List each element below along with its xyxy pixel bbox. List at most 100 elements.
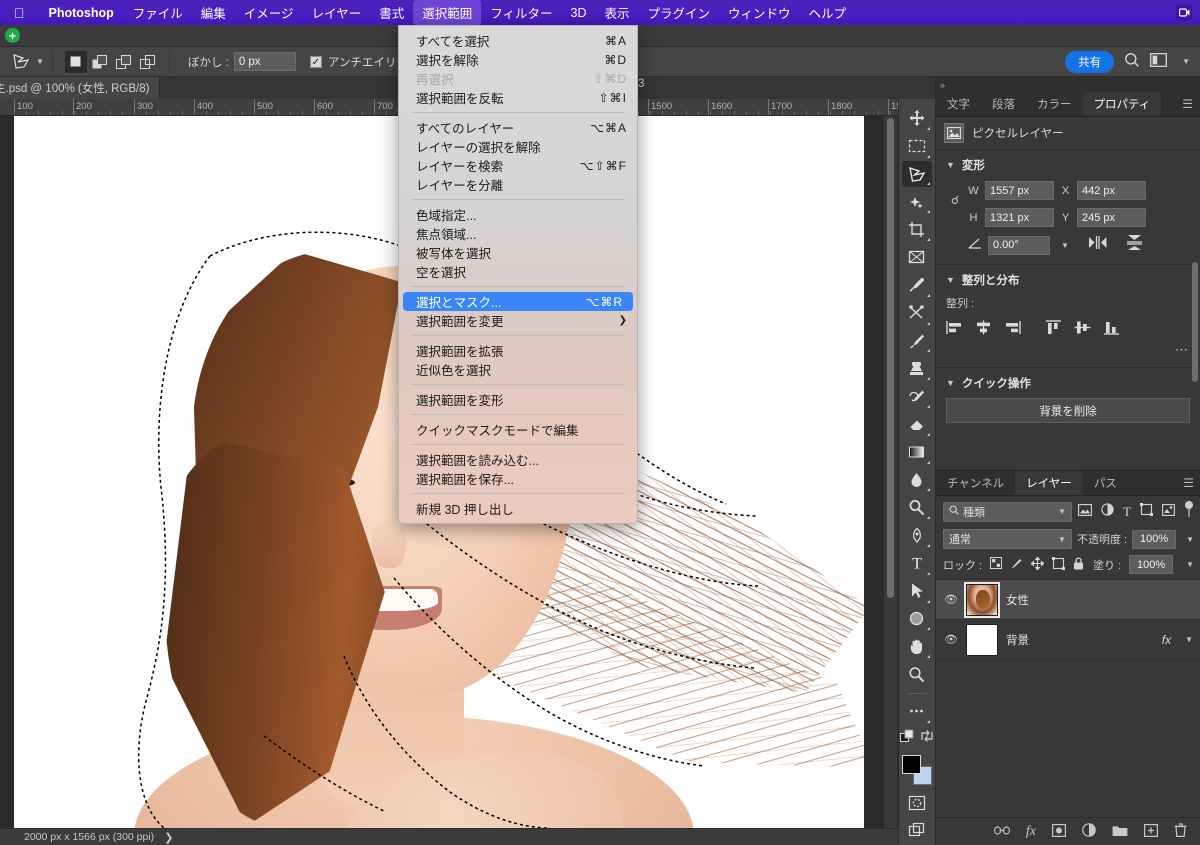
menu-item-選択範囲を保存[interactable]: 選択範囲を保存... xyxy=(399,469,637,488)
panel-menu-icon[interactable]: ☰ xyxy=(1176,471,1200,495)
new-selection-button[interactable] xyxy=(64,50,87,73)
menu-item-選択を解除[interactable]: 選択を解除 ⌘D xyxy=(399,50,637,69)
new-group-icon[interactable] xyxy=(1112,824,1128,840)
tab-layers[interactable]: レイヤー xyxy=(1015,471,1083,495)
healing-brush-tool-icon[interactable] xyxy=(902,300,932,327)
default-colors-icon[interactable] xyxy=(900,729,914,748)
menu-layer[interactable]: レイヤー xyxy=(303,0,371,25)
layer-name[interactable]: 女性 xyxy=(1006,592,1029,608)
delete-layer-icon[interactable] xyxy=(1174,823,1187,840)
chevron-down-icon[interactable]: ▼ xyxy=(946,275,955,285)
chevron-down-icon[interactable]: ▼ xyxy=(946,160,955,170)
menu-item-新規3D押し出し[interactable]: 新規 3D 押し出し xyxy=(399,499,637,518)
pen-tool-icon[interactable] xyxy=(902,522,932,549)
menu-item-レイヤーを分離[interactable]: レイヤーを分離 xyxy=(399,175,637,194)
feather-input[interactable]: 0 px xyxy=(233,52,296,71)
lock-all-icon[interactable] xyxy=(1073,556,1084,573)
menu-edit[interactable]: 編集 xyxy=(192,0,235,25)
menu-item-近似色を選択[interactable]: 近似色を選択 xyxy=(399,360,637,379)
panel-menu-icon[interactable]: ☰ xyxy=(1175,92,1200,116)
eraser-tool-icon[interactable] xyxy=(902,411,932,438)
status-expand-chevron-right-icon[interactable]: ❯ xyxy=(164,831,173,844)
screen-recording-icon[interactable] xyxy=(1176,4,1192,21)
swap-colors-icon[interactable] xyxy=(920,729,934,748)
zoom-tool-icon[interactable] xyxy=(902,661,932,688)
eye-icon[interactable]: 👁 xyxy=(944,593,958,606)
menu-3d[interactable]: 3D xyxy=(562,3,596,23)
tab-paragraph[interactable]: 段落 xyxy=(981,92,1026,116)
menu-file[interactable]: ファイル xyxy=(124,0,192,25)
align-top-edges-icon[interactable] xyxy=(1045,320,1062,340)
menu-view[interactable]: 表示 xyxy=(595,0,638,25)
share-button[interactable]: 共有 xyxy=(1065,50,1115,73)
menu-item-選択範囲を変形[interactable]: 選択範囲を変形 xyxy=(399,390,637,409)
menu-item-被写体を選択[interactable]: 被写体を選択 xyxy=(399,243,637,262)
menu-item-すべてのレイヤー[interactable]: すべてのレイヤー ⌥⌘A xyxy=(399,118,637,137)
lock-position-icon[interactable] xyxy=(1030,555,1045,573)
angle-chevron-down-icon[interactable]: ▼ xyxy=(1061,241,1069,250)
properties-panel-scrollbar[interactable] xyxy=(1192,262,1198,382)
dodge-tool-icon[interactable] xyxy=(902,494,932,521)
flip-horizontal-icon[interactable] xyxy=(1088,236,1107,254)
menu-plugins[interactable]: プラグイン xyxy=(639,0,720,25)
lock-artboard-nesting-icon[interactable] xyxy=(1052,556,1066,573)
menu-item-空を選択[interactable]: 空を選択 xyxy=(399,262,637,281)
select-menu-dropdown[interactable]: すべてを選択 ⌘A 選択を解除 ⌘D 再選択 ⇧⌘D 選択範囲を反転 ⇧⌘I すべてのレイヤー ⌥… xyxy=(398,25,638,524)
menu-item-レイヤーの選択を解除[interactable]: レイヤーの選択を解除 xyxy=(399,137,637,156)
layer-row-haikei[interactable]: 👁 背景 fx ▼ xyxy=(936,620,1200,660)
rectangular-marquee-tool-icon[interactable] xyxy=(902,133,932,160)
polygonal-lasso-tool-icon[interactable] xyxy=(12,53,31,70)
align-left-edges-icon[interactable] xyxy=(946,320,963,340)
menu-item-クイックマスクモードで編集[interactable]: クイックマスクモードで編集 xyxy=(399,420,637,439)
layer-style-fx-icon[interactable]: fx xyxy=(1026,824,1036,840)
remove-background-button[interactable]: 背景を削除 xyxy=(946,398,1190,423)
filter-pixel-icon[interactable] xyxy=(1078,503,1092,521)
app-name-label[interactable]: Photoshop xyxy=(39,6,124,20)
opacity-chevron-down-icon[interactable]: ▼ xyxy=(1186,535,1194,544)
align-bottom-edges-icon[interactable] xyxy=(1103,320,1120,340)
crop-tool-icon[interactable] xyxy=(902,216,932,243)
canvas-vertical-scrollbar[interactable] xyxy=(884,116,897,828)
menu-window[interactable]: ウィンドウ xyxy=(719,0,800,25)
new-adjustment-layer-icon[interactable] xyxy=(1082,823,1096,840)
filter-toggle-switch-icon[interactable] xyxy=(1184,500,1194,523)
stamp-tool-icon[interactable] xyxy=(902,355,932,382)
new-layer-icon[interactable] xyxy=(1144,823,1159,840)
link-wh-icon[interactable]: ☌ xyxy=(948,193,962,207)
add-layer-mask-icon[interactable] xyxy=(1052,823,1067,840)
fill-chevron-down-icon[interactable]: ▼ xyxy=(1186,560,1194,569)
layer-name[interactable]: 背景 xyxy=(1006,632,1029,648)
menu-item-選択とマスク[interactable]: 選択とマスク... ⌥⌘R xyxy=(403,292,633,311)
width-input[interactable]: 1557 px xyxy=(985,181,1054,200)
menu-item-レイヤーを検索[interactable]: レイヤーを検索 ⌥⇧⌘F xyxy=(399,156,637,175)
height-input[interactable]: 1321 px xyxy=(985,208,1054,227)
hand-tool-icon[interactable] xyxy=(902,633,932,660)
y-input[interactable]: 245 px xyxy=(1077,208,1146,227)
tab-channels[interactable]: チャンネル xyxy=(936,471,1015,495)
link-layers-icon[interactable] xyxy=(993,825,1010,839)
layer-thumbnail[interactable] xyxy=(964,581,1000,618)
scrollbar-thumb[interactable] xyxy=(887,118,894,598)
path-selection-tool-icon[interactable] xyxy=(902,578,932,605)
align-right-edges-icon[interactable] xyxy=(1004,320,1021,340)
gradient-tool-icon[interactable] xyxy=(902,439,932,466)
chevron-down-icon[interactable]: ▼ xyxy=(946,378,955,388)
lock-image-pixels-icon[interactable] xyxy=(1010,557,1023,573)
subtract-from-selection-button[interactable] xyxy=(113,51,135,73)
filter-shape-icon[interactable] xyxy=(1140,502,1153,521)
tab-paths[interactable]: パス xyxy=(1083,471,1128,495)
layer-filter-kind-select[interactable]: 種類 ▼ xyxy=(943,501,1073,522)
brush-tool-icon[interactable] xyxy=(902,328,932,355)
quick-mask-toggle-icon[interactable] xyxy=(902,790,932,817)
edit-toolbar-icon[interactable] xyxy=(902,817,932,844)
layer-thumbnail[interactable] xyxy=(966,623,998,656)
angle-input[interactable]: 0.00° xyxy=(988,235,1050,255)
filter-type-icon[interactable]: T xyxy=(1123,504,1131,520)
intersect-with-selection-button[interactable] xyxy=(137,51,159,73)
menu-item-すべてを選択[interactable]: すべてを選択 ⌘A xyxy=(399,31,637,50)
opacity-input[interactable]: 100% xyxy=(1132,529,1177,549)
layer-row-jyosei[interactable]: 👁 女性 xyxy=(936,580,1200,620)
menu-help[interactable]: ヘルプ xyxy=(800,0,856,25)
move-tool-icon[interactable] xyxy=(902,105,932,132)
eye-icon[interactable]: 👁 xyxy=(944,633,958,646)
